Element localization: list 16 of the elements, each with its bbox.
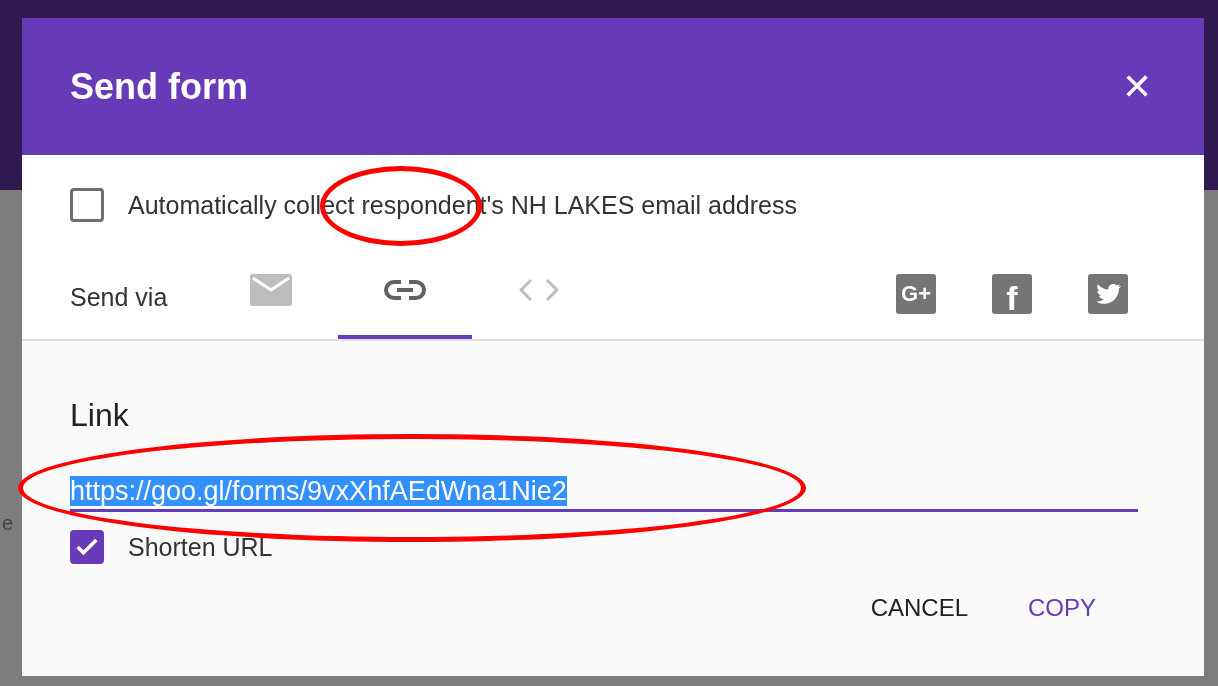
dialog-title: Send form <box>70 65 248 108</box>
checkbox-label: Shorten URL <box>128 532 273 562</box>
google-share-button[interactable]: G+ <box>896 274 936 314</box>
page-text: e <box>2 512 14 535</box>
envelope-icon <box>250 274 292 306</box>
close-button[interactable]: ✕ <box>1118 64 1156 109</box>
code-icon <box>519 278 559 302</box>
facebook-share-button[interactable]: f <box>992 274 1032 314</box>
copy-button[interactable]: COPY <box>1008 582 1116 634</box>
checkbox[interactable] <box>70 530 104 564</box>
checkbox[interactable] <box>70 188 104 222</box>
link-icon <box>384 279 426 301</box>
link-heading: Link <box>70 397 130 434</box>
cancel-button[interactable]: CANCEL <box>850 582 988 634</box>
twitter-share-button[interactable] <box>1088 274 1128 314</box>
send-via-label: Send via <box>70 281 169 313</box>
